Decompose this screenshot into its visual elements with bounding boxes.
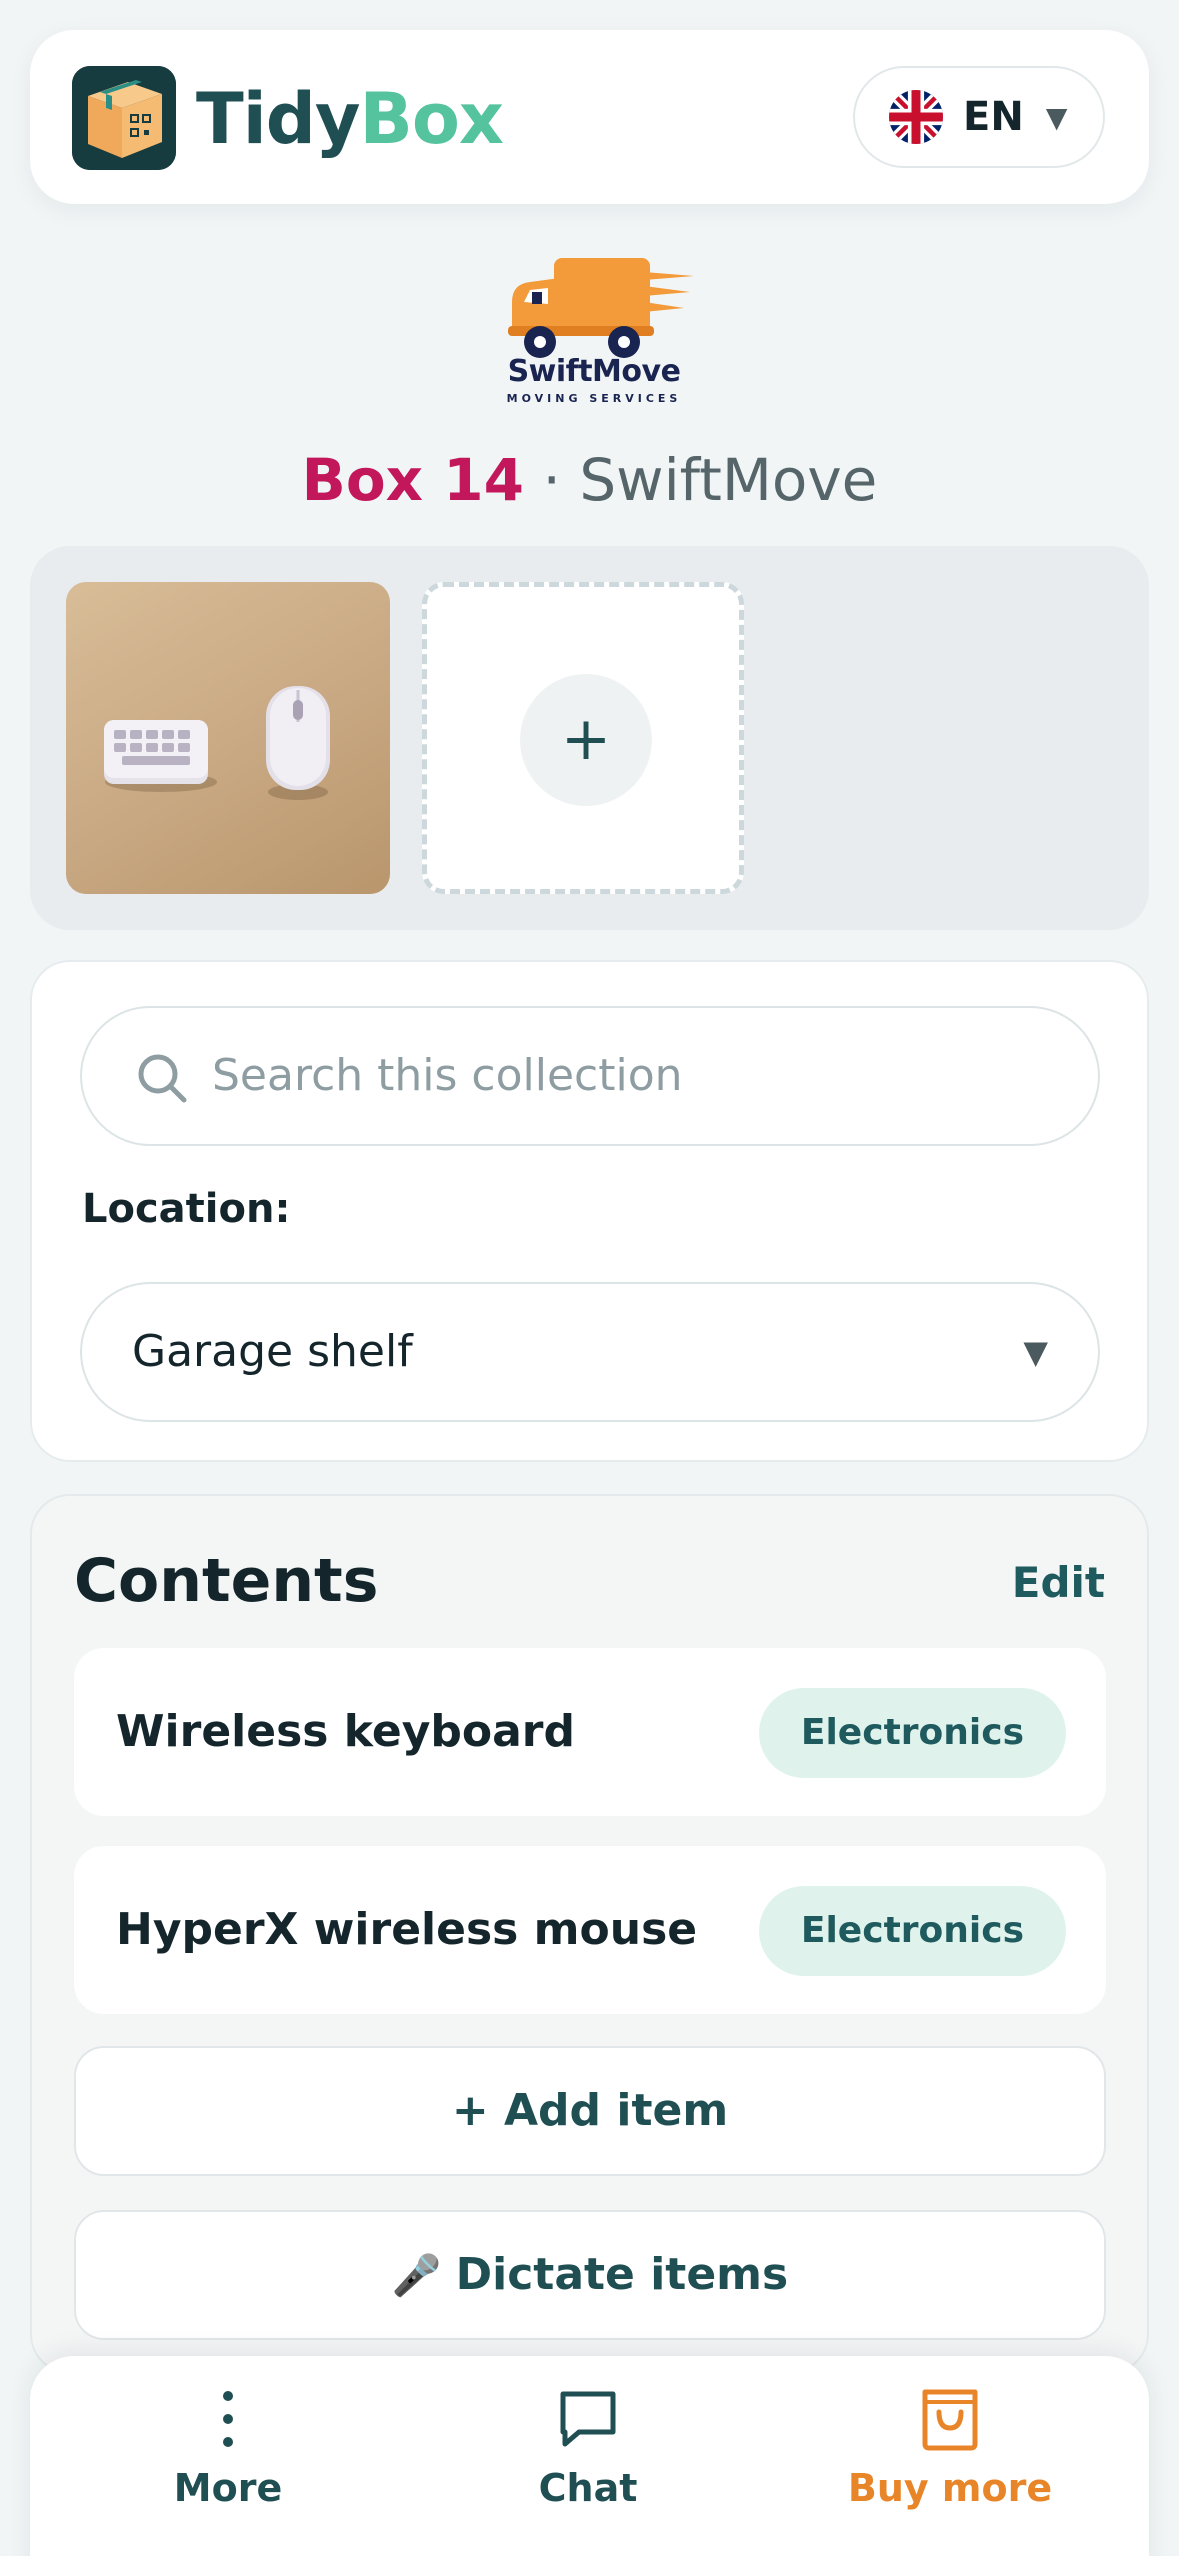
search-icon	[138, 1054, 187, 1103]
item-name: HyperX wireless mouse	[116, 1904, 698, 1955]
add-photo-button[interactable]: +	[422, 582, 744, 894]
location-select[interactable]: Garage shelf ▼	[80, 1282, 1100, 1422]
more-vertical-icon	[223, 2391, 233, 2447]
nav-chat-label: Chat	[538, 2466, 638, 2510]
nav-buy-more-label: Buy more	[847, 2466, 1053, 2510]
list-item[interactable]: HyperX wireless mouse Electronics	[74, 1846, 1106, 2014]
title-separator: ·	[542, 446, 561, 514]
add-item-button[interactable]: + Add item	[74, 2046, 1106, 2176]
item-name: Wireless keyboard	[116, 1706, 575, 1757]
app-header: TidyBox EN ▼	[30, 30, 1149, 204]
shopping-bag-icon	[922, 2389, 978, 2451]
dictate-items-button[interactable]: 🎤 Dictate items	[74, 2210, 1106, 2340]
chat-icon	[560, 2391, 616, 2447]
contents-title: Contents	[74, 1546, 379, 1616]
brand-name-part1: Tidy	[196, 78, 360, 160]
uk-flag-icon	[889, 90, 943, 144]
microphone-icon: 🎤	[391, 2253, 442, 2299]
nav-more[interactable]: More	[78, 2386, 378, 2510]
filter-card: Search this collection Location: Garage …	[30, 960, 1149, 1462]
box-title: Box 14 · SwiftMove	[0, 440, 1179, 520]
language-selector[interactable]: EN ▼	[853, 66, 1105, 168]
nav-chat[interactable]: Chat	[438, 2386, 738, 2510]
list-item[interactable]: Wireless keyboard Electronics	[74, 1648, 1106, 1816]
category-badge: Electronics	[758, 1886, 1066, 1976]
dictate-items-label: Dictate items	[455, 2249, 789, 2300]
brand-name-part2: Box	[359, 78, 504, 160]
photo-gallery: +	[30, 546, 1149, 930]
search-input[interactable]: Search this collection	[80, 1006, 1100, 1146]
tidybox-logo-icon	[72, 66, 176, 170]
location-value: Garage shelf	[132, 1326, 413, 1377]
add-photo-plus: +	[520, 674, 652, 806]
language-code: EN	[963, 94, 1024, 140]
chevron-down-icon: ▼	[1045, 100, 1068, 134]
partner-name: SwiftMove	[507, 354, 681, 389]
chevron-down-icon: ▼	[1023, 1333, 1048, 1371]
nav-more-label: More	[173, 2466, 283, 2510]
partner-tagline: MOVING SERVICES	[506, 392, 682, 405]
collection-name: SwiftMove	[579, 446, 878, 514]
contents-section: Contents Edit Wireless keyboard Electron…	[30, 1494, 1149, 2374]
bottom-nav: More Chat Buy more	[30, 2356, 1149, 2556]
category-badge: Electronics	[758, 1688, 1066, 1778]
box-number: Box 14	[301, 446, 524, 514]
search-placeholder: Search this collection	[212, 1050, 683, 1101]
edit-button[interactable]: Edit	[1012, 1558, 1105, 1607]
box-photo[interactable]	[66, 582, 390, 894]
brand-name: TidyBox	[196, 74, 504, 164]
nav-buy-more[interactable]: Buy more	[800, 2386, 1100, 2510]
location-label: Location:	[82, 1186, 291, 1232]
